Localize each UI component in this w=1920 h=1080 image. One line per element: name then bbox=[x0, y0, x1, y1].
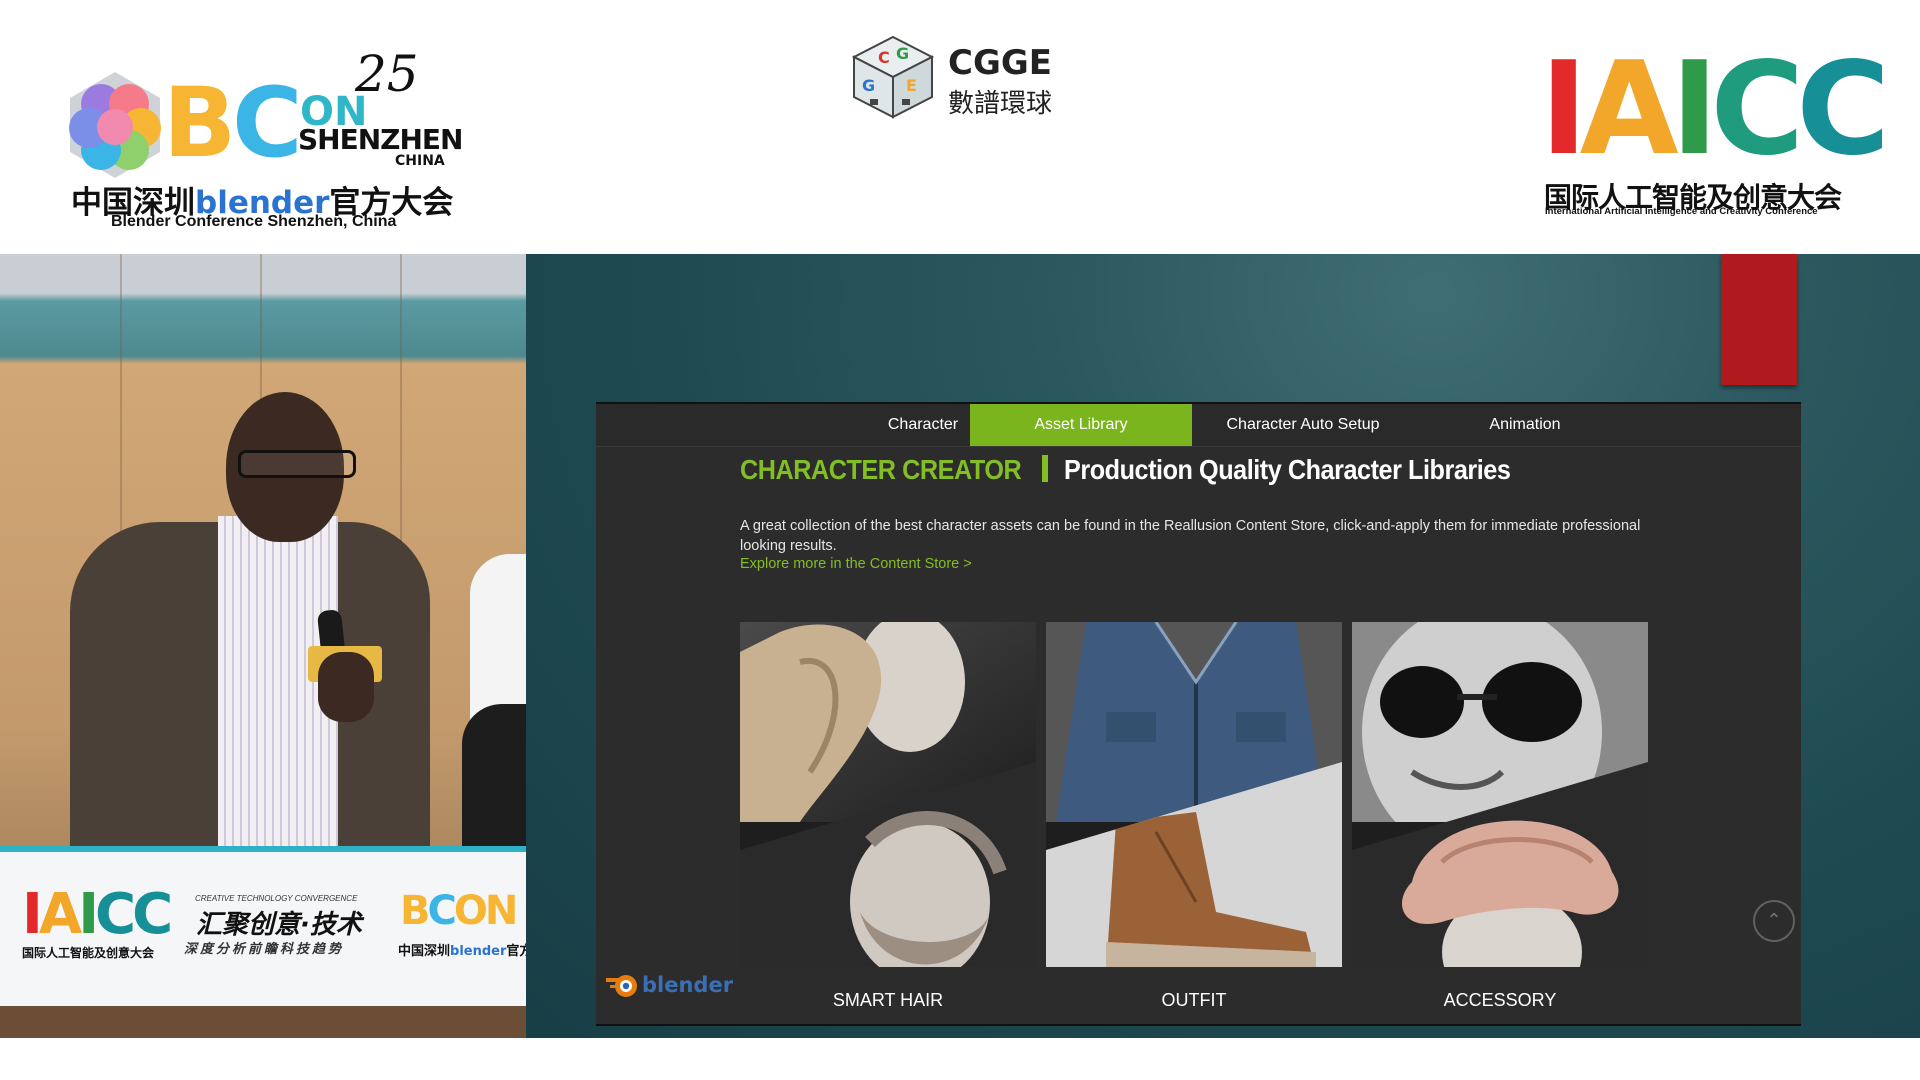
iaicc-wordmark: IAICC bbox=[1540, 35, 1890, 184]
slide-red-accent bbox=[1721, 254, 1797, 385]
podium-banner: IAICC 国际人工智能及创意大会 CREATIVE TECHNOLOGY CO… bbox=[0, 846, 526, 1022]
svg-text:C: C bbox=[878, 48, 890, 67]
blender-wordmark: blender bbox=[642, 973, 734, 997]
cgge-title: CGGE bbox=[948, 43, 1052, 83]
accessory-label[interactable]: ACCESSORY bbox=[1352, 990, 1648, 1011]
explore-content-store-link[interactable]: Explore more in the Content Store > bbox=[740, 556, 972, 572]
speaker-video-feed: IAICC 国际人工智能及创意大会 CREATIVE TECHNOLOGY CO… bbox=[0, 254, 526, 1038]
podium-base bbox=[0, 1006, 526, 1038]
outfit-label[interactable]: OUTFIT bbox=[1046, 990, 1342, 1011]
accessory-card-image[interactable] bbox=[1352, 622, 1648, 967]
smart-hair-label[interactable]: SMART HAIR bbox=[740, 990, 1036, 1011]
iaicc-logo: IAICC 国际人工智能及创意大会 International Artifici… bbox=[1540, 46, 1890, 218]
blender-icon bbox=[606, 975, 637, 997]
svg-text:G: G bbox=[896, 44, 909, 63]
podium-iaicc-chinese: 国际人工智能及创意大会 bbox=[22, 946, 155, 960]
smart-hair-card-image[interactable] bbox=[740, 622, 1036, 967]
iaicc-english-title: International Artificial Intelligence an… bbox=[1545, 206, 1818, 217]
podium-tagline-chinese: 汇聚创意·技术 bbox=[196, 910, 362, 940]
conference-header: BC ON 25 SHENZHEN CHINA 中国深圳blender官方大会 … bbox=[0, 0, 1920, 254]
tab-asset-library[interactable]: Asset Library bbox=[970, 404, 1192, 446]
bcon-edition-number: 25 bbox=[355, 45, 419, 103]
heading-brand: CHARACTER CREATOR bbox=[740, 454, 1022, 485]
page-nav-bar: Character Asset Library Character Auto S… bbox=[596, 404, 1801, 447]
cgge-chinese-name: 數譜環球 bbox=[948, 89, 1053, 119]
bcon-english-title: Blender Conference Shenzhen, China bbox=[111, 213, 397, 230]
podium-tagline-english: CREATIVE TECHNOLOGY CONVERGENCE bbox=[195, 894, 358, 903]
cgge-logo: C G G E CGGE 數譜環球 bbox=[848, 33, 1068, 123]
character-creator-page: Character Asset Library Character Auto S… bbox=[596, 402, 1801, 1026]
page-description: A great collection of the best character… bbox=[740, 518, 1641, 554]
scroll-to-top-button[interactable]: ⌃ bbox=[1753, 900, 1795, 942]
speaker-hand bbox=[318, 652, 374, 722]
podium-tagline-subtitle: 深度分析前瞻科技趋势 bbox=[184, 942, 345, 957]
podium-iaicc-logo: IAICC bbox=[22, 882, 173, 947]
tab-character-auto-setup[interactable]: Character Auto Setup bbox=[1192, 404, 1414, 446]
tab-animation[interactable]: Animation bbox=[1414, 404, 1636, 446]
page-heading: CHARACTER CREATOR Production Quality Char… bbox=[740, 454, 1561, 490]
presentation-slide: Character Asset Library Character Auto S… bbox=[526, 254, 1920, 1038]
podium-bcon-logo: BCON bbox=[400, 888, 518, 934]
bcon-hexagon-icon bbox=[69, 72, 161, 178]
bcon-logo: BC ON 25 SHENZHEN CHINA 中国深圳blender官方大会 … bbox=[65, 45, 463, 235]
bcon-wordmark: BC bbox=[163, 67, 303, 179]
outfit-card-image[interactable] bbox=[1046, 622, 1342, 967]
svg-text:G: G bbox=[862, 76, 875, 95]
heading-divider bbox=[1042, 455, 1049, 482]
svg-text:E: E bbox=[906, 76, 917, 95]
heading-title: Production Quality Character Libraries bbox=[1064, 454, 1511, 485]
chevron-up-icon: ⌃ bbox=[1766, 910, 1782, 930]
speaker-glasses bbox=[238, 450, 356, 478]
bcon-city: SHENZHEN bbox=[298, 123, 463, 156]
podium-bcon-chinese: 中国深圳blender官方 bbox=[398, 944, 526, 959]
cgge-cube-icon: C G G E bbox=[851, 35, 935, 119]
blender-logo: blender bbox=[604, 970, 733, 1004]
bcon-country: CHINA bbox=[395, 153, 445, 169]
